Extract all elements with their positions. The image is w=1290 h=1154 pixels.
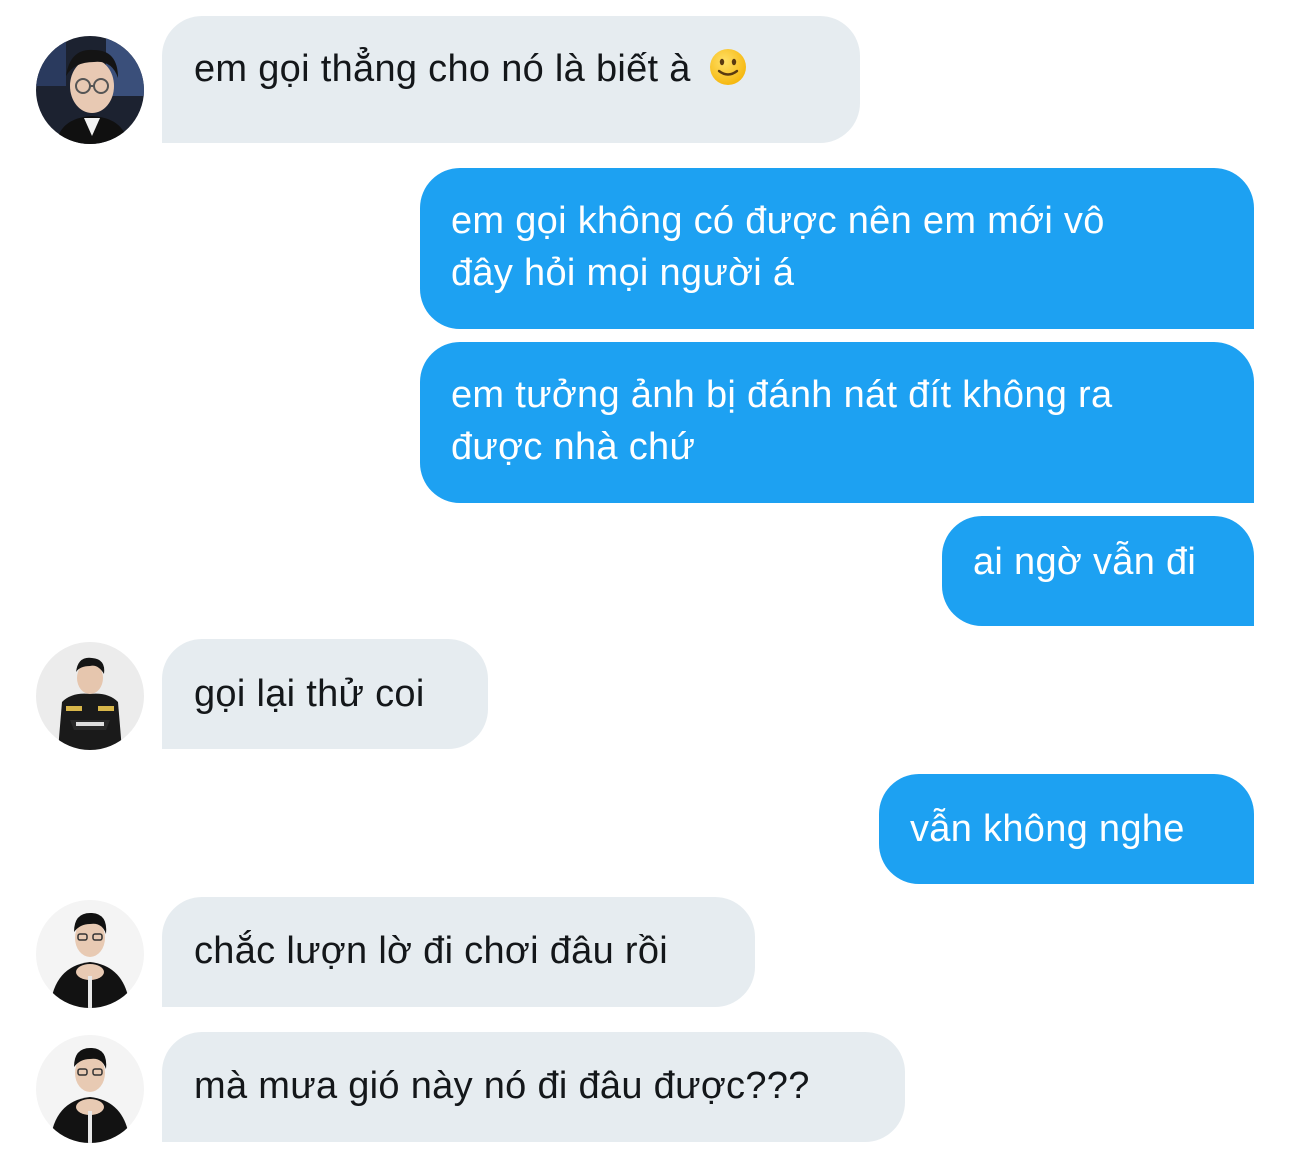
message-text: ai ngờ vẫn đi (973, 541, 1197, 583)
message-text: mà mưa gió này nó đi đâu được??? (194, 1065, 810, 1107)
message-text: gọi lại thử coi (194, 673, 425, 715)
message-bubble-outgoing[interactable]: vẫn không nghe (879, 774, 1254, 884)
message-bubble-outgoing[interactable]: em tưởng ảnh bị đánh nát đít không ra đư… (420, 342, 1254, 503)
avatar-glasses-image (36, 36, 144, 144)
avatar-hands-image (36, 900, 144, 1008)
message-bubble-incoming[interactable]: mà mưa gió này nó đi đâu được??? (162, 1032, 905, 1142)
avatar[interactable] (36, 36, 144, 144)
message-bubble-incoming[interactable]: gọi lại thử coi (162, 639, 488, 749)
avatar[interactable] (36, 1035, 144, 1143)
avatar[interactable] (36, 642, 144, 750)
message-text: em gọi thẳng cho nó là biết à (194, 48, 691, 90)
avatar-hands-image (36, 1035, 144, 1143)
conversation-thread: em gọi thẳng cho nó là biết à em gọi khô… (0, 0, 1290, 1154)
avatar[interactable] (36, 900, 144, 1008)
message-bubble-outgoing[interactable]: ai ngờ vẫn đi (942, 516, 1254, 626)
message-text-line: em tưởng ảnh bị đánh nát đít không ra (451, 374, 1113, 416)
message-bubble-incoming[interactable]: chắc lượn lờ đi chơi đâu rồi (162, 897, 755, 1007)
message-text: vẫn không nghe (910, 808, 1185, 850)
message-text-line: em gọi không có được nên em mới vô (451, 200, 1105, 242)
message-text-line: được nhà chứ (451, 426, 696, 468)
avatar-jacket-image (36, 642, 144, 750)
slightly-smiling-face-icon (708, 47, 748, 101)
message-text-line: đây hỏi mọi người á (451, 252, 795, 294)
message-bubble-incoming[interactable]: em gọi thẳng cho nó là biết à (162, 16, 860, 143)
message-bubble-outgoing[interactable]: em gọi không có được nên em mới vô đây h… (420, 168, 1254, 329)
message-text: chắc lượn lờ đi chơi đâu rồi (194, 930, 669, 972)
